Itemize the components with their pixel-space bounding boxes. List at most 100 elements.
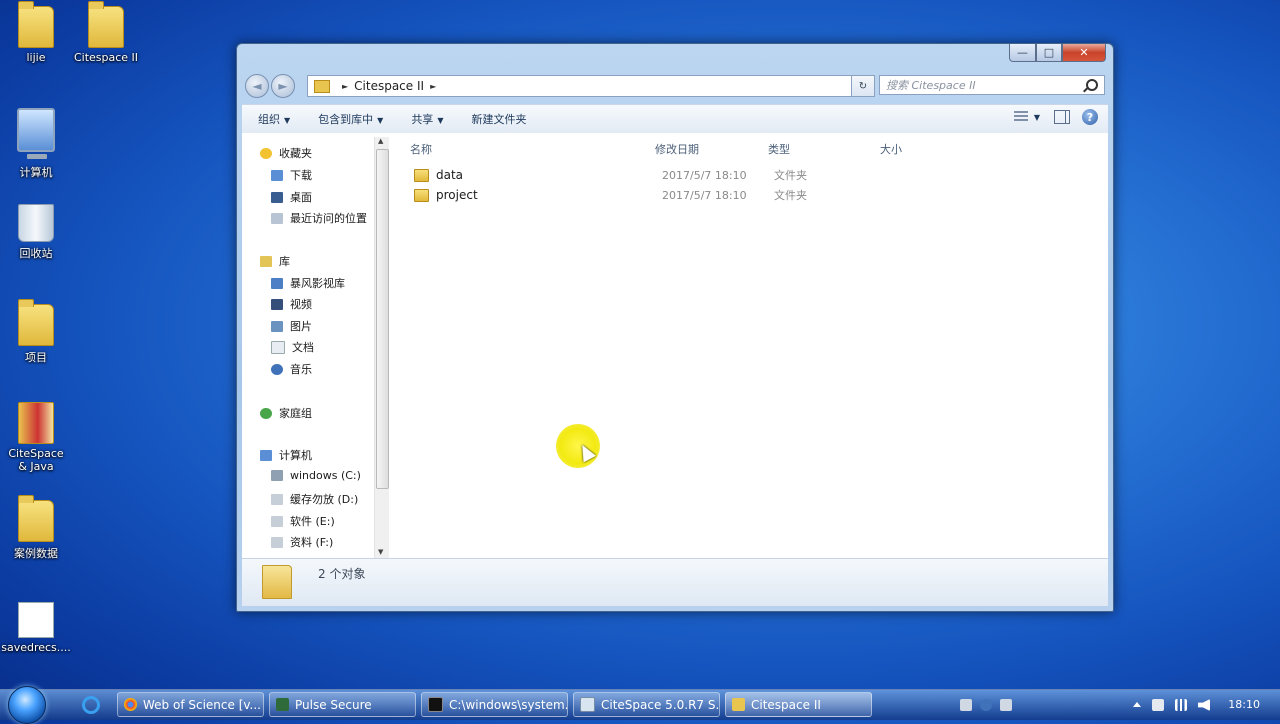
drive-icon — [271, 515, 283, 527]
address-bar[interactable]: ► Citespace II ► ▼ — [307, 75, 873, 97]
new-folder-button[interactable]: 新建文件夹 — [471, 111, 526, 127]
file-row[interactable]: project 2017/5/7 18:10 文件夹 — [414, 185, 914, 205]
nav-drive-f[interactable]: 资料 (F:) — [271, 534, 333, 550]
help-icon[interactable] — [980, 699, 992, 711]
task-citespace-folder[interactable]: Citespace II — [725, 692, 872, 717]
volume-icon[interactable] — [1198, 699, 1210, 711]
start-button[interactable] — [8, 686, 46, 724]
nav-pictures[interactable]: 图片 — [271, 318, 312, 334]
desktop-icon-label: 计算机 — [19, 166, 53, 179]
navigation-bar: ◄ ► ► Citespace II ► ▼ ↻ 搜索 Citespace II — [245, 74, 1105, 98]
forward-button[interactable]: ► — [271, 74, 295, 98]
nav-homegroup[interactable]: 家庭组 — [260, 405, 312, 421]
folder-icon — [18, 299, 54, 346]
homegroup-icon — [260, 407, 272, 419]
scrollbar-thumb[interactable] — [376, 149, 389, 489]
desktop-icon — [271, 191, 283, 203]
nav-drive-c[interactable]: windows (C:) — [271, 469, 361, 482]
taskbar: Web of Science [v... Pulse Secure C:\win… — [0, 686, 1280, 724]
desktop-icon-savedrecs[interactable]: savedrecs.... — [0, 602, 72, 654]
breadcrumb-citespace[interactable]: Citespace II — [354, 79, 424, 93]
minimize-button[interactable]: — — [1009, 44, 1036, 62]
desktop-icon-label: 案例数据 — [14, 547, 58, 560]
column-header-name[interactable]: 名称 — [410, 141, 432, 157]
taskbar-clock[interactable]: 18:10 — [1228, 698, 1260, 711]
show-hidden-icons-icon[interactable] — [1133, 702, 1141, 707]
breadcrumb-separator[interactable]: ► — [342, 82, 348, 91]
include-in-library-button[interactable]: 包含到库中 ▼ — [318, 111, 383, 127]
scroll-down-icon[interactable]: ▼ — [378, 548, 383, 556]
maximize-button[interactable]: □ — [1036, 44, 1062, 62]
preview-pane-icon[interactable] — [1054, 110, 1070, 124]
file-row[interactable]: data 2017/5/7 18:10 文件夹 — [414, 165, 914, 185]
breadcrumb-separator[interactable]: ► — [430, 82, 436, 91]
folder-icon — [414, 168, 429, 182]
command-toolbar: 组织 ▼ 包含到库中 ▼ 共享 ▼ 新建文件夹 ▼ ? — [242, 104, 1108, 134]
desktop-icon-case-data[interactable]: 案例数据 — [0, 495, 72, 561]
refresh-button[interactable]: ↻ — [851, 75, 875, 97]
navigation-pane: 收藏夹 下载 桌面 最近访问的位置 库 暴风影视库 视频 图片 文档 音乐 家庭… — [242, 133, 389, 558]
document-icon — [18, 602, 54, 638]
nav-libraries[interactable]: 库 — [260, 253, 290, 269]
desktop-icon-project[interactable]: 项目 — [0, 299, 72, 365]
file-list: 名称 修改日期 类型 大小 data 2017/5/7 18:10 文件夹 pr… — [392, 133, 1108, 558]
column-header-type[interactable]: 类型 — [768, 141, 790, 157]
nav-music[interactable]: 音乐 — [271, 361, 312, 377]
desktop-icon-recycle-bin[interactable]: 回收站 — [0, 204, 72, 261]
desktop-icon-computer[interactable]: 计算机 — [0, 108, 72, 180]
keyboard-icon[interactable] — [960, 699, 972, 711]
folder-icon — [262, 565, 292, 599]
video-icon — [271, 298, 283, 310]
folder-icon — [18, 1, 54, 48]
nav-computer[interactable]: 计算机 — [260, 447, 312, 463]
task-pulse-secure[interactable]: Pulse Secure — [269, 692, 416, 717]
search-icon[interactable] — [1086, 79, 1098, 91]
nav-recent[interactable]: 最近访问的位置 — [271, 210, 367, 226]
task-web-of-science[interactable]: Web of Science [v... — [117, 692, 264, 717]
nav-desktop[interactable]: 桌面 — [271, 189, 312, 205]
drive-icon — [271, 536, 283, 548]
nav-videos[interactable]: 视频 — [271, 296, 312, 312]
folder-icon — [414, 188, 429, 202]
column-header-date[interactable]: 修改日期 — [655, 141, 699, 157]
settings-icon[interactable] — [1000, 699, 1012, 711]
nav-documents[interactable]: 文档 — [271, 339, 314, 355]
share-button[interactable]: 共享 ▼ — [411, 111, 443, 127]
network-icon[interactable] — [1175, 699, 1187, 711]
nav-drive-d[interactable]: 缓存勿放 (D:) — [271, 491, 358, 507]
search-input[interactable]: 搜索 Citespace II — [879, 75, 1105, 95]
view-options-icon[interactable] — [1013, 111, 1028, 123]
desktop-icon-lijie[interactable]: lijie — [0, 1, 72, 64]
desktop-icon-citespace[interactable]: Citespace II — [70, 1, 142, 64]
nav-favorites[interactable]: 收藏夹 — [260, 145, 312, 161]
video-library-icon — [271, 277, 283, 289]
drive-icon — [271, 470, 283, 481]
device-icon[interactable] — [1152, 699, 1164, 711]
column-header-size[interactable]: 大小 — [880, 141, 902, 157]
details-pane: 2 个对象 — [242, 558, 1108, 606]
desktop-icon-label: savedrecs.... — [1, 641, 71, 654]
chevron-down-icon[interactable]: ▼ — [1034, 113, 1040, 122]
organize-button[interactable]: 组织 ▼ — [258, 111, 290, 127]
task-command-prompt[interactable]: C:\windows\system... — [421, 692, 568, 717]
nav-drive-e[interactable]: 软件 (E:) — [271, 513, 335, 529]
picture-icon — [271, 320, 283, 332]
desktop-icon-citespace-java[interactable]: CiteSpace & Java — [0, 402, 72, 473]
close-button[interactable]: ✕ — [1062, 44, 1106, 62]
help-icon[interactable]: ? — [1082, 109, 1098, 125]
nav-storm-library[interactable]: 暴风影视库 — [271, 275, 345, 291]
file-name: data — [436, 168, 464, 182]
file-type: 文件夹 — [774, 189, 807, 202]
folder-icon — [18, 495, 54, 542]
task-citespace-app[interactable]: CiteSpace 5.0.R7 S... — [573, 692, 720, 717]
recycle-bin-icon — [18, 204, 54, 242]
file-date: 2017/5/7 18:10 — [662, 168, 747, 182]
file-type: 文件夹 — [774, 169, 807, 182]
nav-downloads[interactable]: 下载 — [271, 167, 312, 183]
scroll-up-icon[interactable]: ▲ — [378, 137, 383, 145]
item-count: 2 个对象 — [318, 567, 366, 581]
navpane-scrollbar[interactable]: ▲ ▼ — [374, 137, 389, 558]
pulse-secure-icon — [276, 698, 289, 711]
back-button[interactable]: ◄ — [245, 74, 269, 98]
internet-explorer-icon[interactable] — [82, 696, 100, 714]
